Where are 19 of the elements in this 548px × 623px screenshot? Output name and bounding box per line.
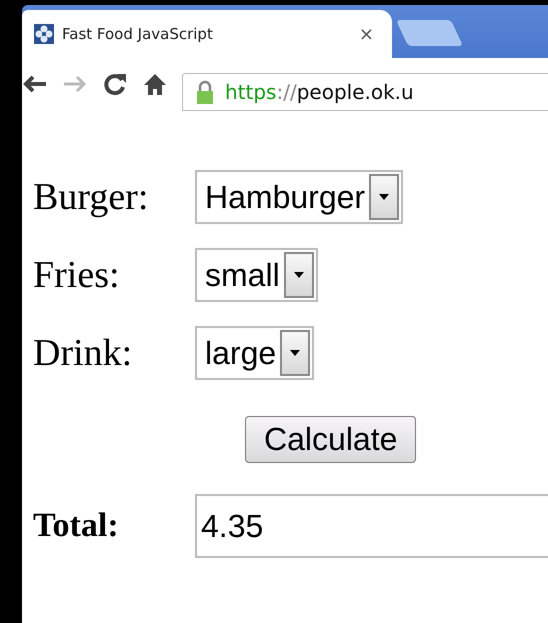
total-label: Total: (33, 507, 120, 545)
field-label: Burger: (33, 175, 150, 219)
field-label: Drink: (33, 331, 134, 375)
tab-title: Fast Food JavaScript (62, 25, 214, 43)
dropdown[interactable]: large (195, 326, 314, 380)
field-label: Fries: (33, 253, 121, 297)
reload-icon[interactable] (102, 72, 128, 96)
url-text: https://people.ok.u (225, 80, 414, 104)
dropdown[interactable]: Hamburger (195, 170, 404, 224)
address-bar[interactable]: https://people.ok.u (182, 73, 548, 111)
home-icon[interactable] (142, 72, 168, 96)
close-icon[interactable]: × (358, 24, 374, 44)
total-field[interactable]: 4.35 (195, 494, 548, 558)
flower-icon (34, 24, 54, 44)
back-icon[interactable] (22, 74, 48, 94)
calculate-button[interactable]: Calculate (245, 416, 416, 463)
lock-icon (195, 79, 215, 105)
browser-tab[interactable]: Fast Food JavaScript × (22, 10, 392, 58)
dropdown[interactable]: small (195, 248, 318, 302)
